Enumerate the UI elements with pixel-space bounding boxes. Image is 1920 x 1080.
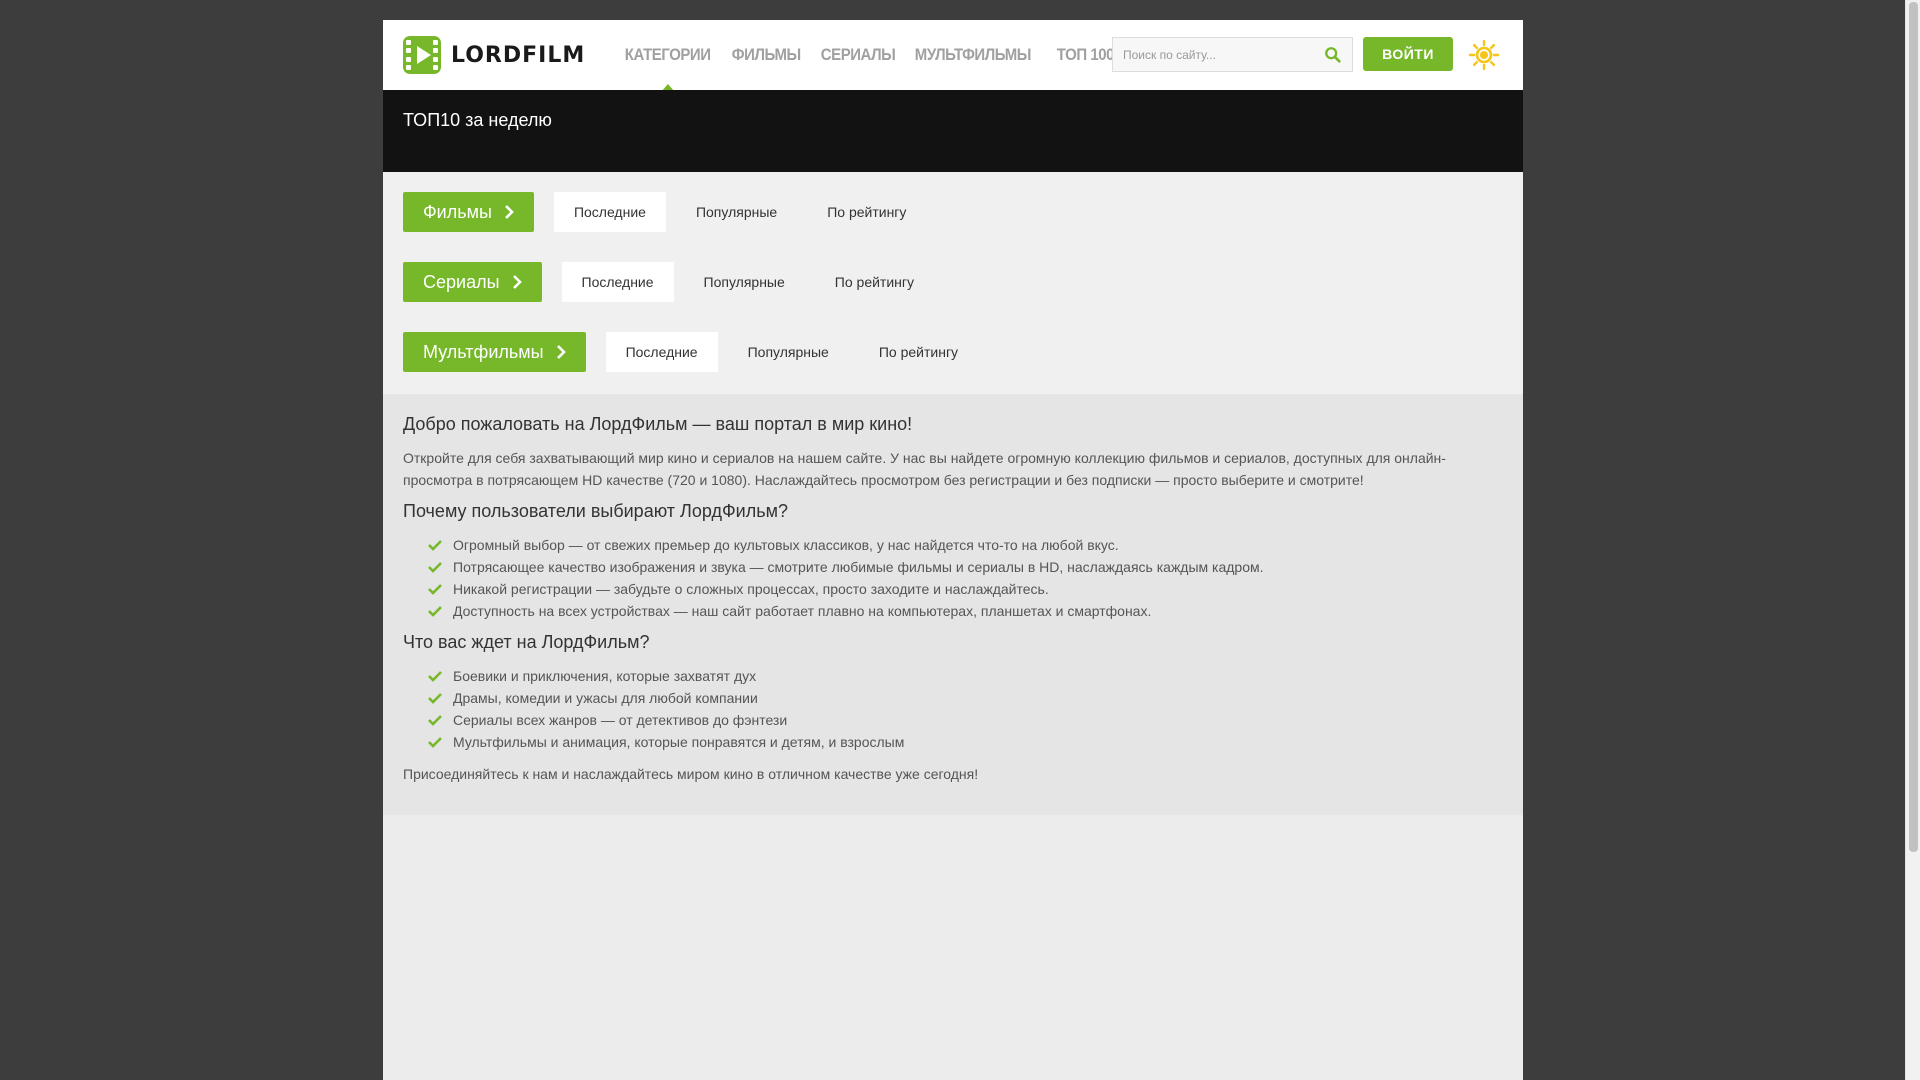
active-caret (662, 84, 673, 90)
category-rows: Фильмы Последние Популярные По рейтингу … (383, 172, 1523, 394)
check-icon (428, 584, 442, 595)
list-item: Огромный выбор — от свежих премьер до ку… (427, 534, 1503, 556)
check-icon (428, 715, 442, 726)
list-item: Боевики и приключения, которые захватят … (427, 665, 1503, 687)
nav-item-films[interactable]: ФИЛЬМЫ (723, 20, 809, 90)
article-intro: Откройте для себя захватывающий мир кино… (403, 450, 1446, 488)
chevron-right-icon (505, 205, 514, 219)
top10-title: ТОП10 за неделю (403, 110, 552, 130)
tab-by-rating[interactable]: По рейтингу (859, 332, 978, 372)
page-container: LORDFILM КАТЕГОРИИ ФИЛЬМЫ СЕРИАЛЫ МУЛЬТФ… (383, 20, 1523, 1080)
search-icon[interactable] (1324, 46, 1342, 64)
site-logo[interactable]: LORDFILM (403, 36, 585, 74)
scrollbar-thumb[interactable] (1909, 2, 1918, 852)
list-item: Мультфильмы и анимация, которые понравят… (427, 731, 1503, 753)
category-row-series: Сериалы Последние Популярные По рейтингу (403, 262, 1503, 302)
login-button[interactable]: ВОЙТИ (1363, 37, 1453, 71)
category-button-series[interactable]: Сериалы (403, 262, 542, 302)
film-play-icon (403, 36, 441, 74)
category-button-cartoons[interactable]: Мультфильмы (403, 332, 586, 372)
top10-section: ТОП10 за неделю (383, 90, 1523, 172)
sun-icon[interactable] (1468, 39, 1500, 71)
tab-popular[interactable]: Популярные (728, 332, 849, 372)
content-area-empty (383, 815, 1523, 1080)
list-item: Потрясающее качество изображения и звука… (427, 556, 1503, 578)
check-icon (428, 606, 442, 617)
page-scrollbar[interactable] (1905, 0, 1920, 1080)
tab-by-rating[interactable]: По рейтингу (807, 192, 926, 232)
list-item: Доступность на всех устройствах — наш са… (427, 600, 1503, 622)
offers-list: Боевики и приключения, которые захватят … (427, 665, 1503, 753)
category-row-cartoons: Мультфильмы Последние Популярные По рейт… (403, 332, 1503, 372)
search-box (1112, 37, 1353, 72)
check-icon (428, 540, 442, 551)
tab-popular[interactable]: Популярные (676, 192, 797, 232)
category-row-films: Фильмы Последние Популярные По рейтингу (403, 192, 1503, 232)
tab-by-rating[interactable]: По рейтингу (815, 262, 934, 302)
chevron-right-icon (512, 275, 522, 289)
category-button-films[interactable]: Фильмы (403, 192, 534, 232)
article-heading-welcome: Добро пожаловать на ЛордФильм — ваш порт… (403, 414, 913, 434)
check-icon (428, 693, 442, 704)
tab-latest[interactable]: Последние (605, 332, 718, 372)
article-outro: Присоединяйтесь к нам и наслаждайтесь ми… (403, 766, 979, 782)
tab-popular[interactable]: Популярные (684, 262, 805, 302)
logo-text: LORDFILM (451, 42, 586, 68)
check-icon (428, 671, 442, 682)
nav-item-categories[interactable]: КАТЕГОРИИ (616, 20, 719, 90)
chevron-right-icon (556, 345, 566, 359)
list-item: Сериалы всех жанров — от детективов до ф… (427, 709, 1503, 731)
nav-item-series[interactable]: СЕРИАЛЫ (812, 20, 904, 90)
tab-latest[interactable]: Последние (561, 262, 674, 302)
list-item: Никакой регистрации — забудьте о сложных… (427, 578, 1503, 600)
tab-latest[interactable]: Последние (553, 192, 666, 232)
list-item: Драмы, комедии и ужасы для любой компани… (427, 687, 1503, 709)
seo-article: Добро пожаловать на ЛордФильм — ваш порт… (383, 394, 1523, 815)
nav-item-cartoons[interactable]: МУЛЬТФИЛЬМЫ (906, 20, 1040, 90)
site-header: LORDFILM КАТЕГОРИИ ФИЛЬМЫ СЕРИАЛЫ МУЛЬТФ… (383, 20, 1523, 90)
search-input[interactable] (1113, 47, 1313, 62)
article-heading-offers: Что вас ждет на ЛордФильм? (403, 632, 650, 652)
check-icon (428, 737, 442, 748)
reasons-list: Огромный выбор — от свежих премьер до ку… (427, 534, 1503, 622)
check-icon (428, 562, 442, 573)
article-heading-why: Почему пользователи выбирают ЛордФильм? (403, 501, 788, 521)
main-nav: КАТЕГОРИИ ФИЛЬМЫ СЕРИАЛЫ МУЛЬТФИЛЬМЫ ТОП… (616, 20, 1123, 90)
